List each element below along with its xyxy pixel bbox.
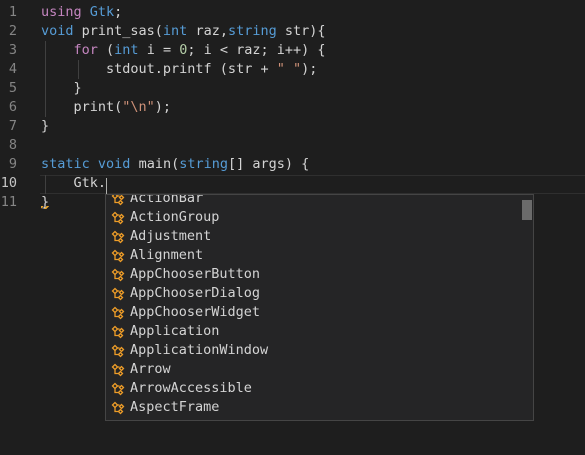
class-icon bbox=[111, 268, 125, 282]
suggestion-list: ActionBar ActionGroup Adjustment Alignment A… bbox=[106, 194, 533, 421]
code-text: print("\n"); bbox=[41, 99, 172, 115]
suggestion-label: AppChooserButton bbox=[130, 266, 261, 282]
class-icon bbox=[111, 211, 125, 225]
code-text: for (int i = 0; i < raz; i++) { bbox=[73, 42, 326, 58]
warning-squiggle bbox=[41, 206, 49, 209]
code-text: Gtk. bbox=[41, 175, 107, 191]
code-line[interactable]: 6 print("\n"); bbox=[0, 98, 585, 117]
suggest-scrollbar[interactable] bbox=[522, 200, 532, 220]
suggestion-label: ApplicationWindow bbox=[130, 342, 269, 358]
suggestion-item[interactable]: AppChooserWidget bbox=[106, 303, 533, 322]
suggestion-label: ActionGroup bbox=[130, 209, 220, 225]
suggestion-label: Arrow bbox=[130, 361, 171, 377]
code-text: using Gtk; bbox=[41, 4, 123, 20]
line-number: 6 bbox=[8, 99, 17, 115]
class-icon bbox=[111, 382, 125, 396]
class-icon bbox=[111, 344, 125, 358]
code-text: } bbox=[41, 80, 82, 96]
suggestion-item[interactable]: AspectFrame bbox=[106, 398, 533, 417]
class-icon bbox=[111, 325, 125, 339]
line-number: 4 bbox=[8, 61, 17, 77]
indent-guide bbox=[45, 41, 46, 117]
line-number: 10 bbox=[0, 175, 17, 191]
line-number: 7 bbox=[8, 118, 17, 134]
line-number: 9 bbox=[8, 156, 17, 172]
suggestion-item[interactable]: AppChooserButton bbox=[106, 265, 533, 284]
code-line[interactable]: 3 for (int i = 0; i < raz; i++) { bbox=[0, 41, 585, 60]
code-line[interactable]: 7} bbox=[0, 117, 585, 136]
line-number: 2 bbox=[8, 23, 17, 39]
code-text: void print_sas(int raz,string str){ bbox=[41, 23, 326, 39]
class-icon bbox=[111, 420, 125, 421]
code-text: } bbox=[41, 194, 50, 210]
suggestion-label: AspectFrame bbox=[130, 399, 220, 415]
suggestion-label: ArrowAccessible bbox=[130, 380, 252, 396]
line-number: 11 bbox=[0, 194, 17, 210]
suggestion-item[interactable]: Arrow bbox=[106, 360, 533, 379]
code-line[interactable]: 4 stdout.printf (str + " "); bbox=[0, 60, 585, 79]
suggestion-item[interactable]: Application bbox=[106, 322, 533, 341]
code-text: stdout.printf (str + " "); bbox=[41, 61, 318, 77]
code-text: static void main(string[] args) { bbox=[41, 156, 310, 172]
class-icon bbox=[111, 287, 125, 301]
suggestion-label: Adjustment bbox=[130, 228, 212, 244]
suggestion-label: Assistant bbox=[130, 417, 203, 420]
suggestion-item[interactable]: ArrowAccessible bbox=[106, 379, 533, 398]
code-line[interactable]: 1 using Gtk; bbox=[0, 3, 585, 22]
suggest-widget[interactable]: ActionBar ActionGroup Adjustment Alignment A… bbox=[105, 194, 534, 421]
line-number: 3 bbox=[8, 42, 17, 58]
suggestion-item[interactable]: ApplicationWindow bbox=[106, 341, 533, 360]
class-icon bbox=[111, 195, 125, 206]
line-number: 5 bbox=[8, 80, 17, 96]
text-cursor bbox=[106, 178, 107, 194]
suggestion-item[interactable]: ActionBar bbox=[106, 194, 533, 208]
indent-guide bbox=[45, 175, 46, 194]
suggestion-label: AppChooserDialog bbox=[130, 285, 261, 301]
code-text: } bbox=[41, 118, 50, 134]
suggestion-item[interactable]: ActionGroup bbox=[106, 208, 533, 227]
line-number: 1 bbox=[8, 4, 17, 20]
code-line[interactable]: 8 bbox=[0, 136, 585, 155]
line-number: 8 bbox=[8, 137, 17, 153]
suggestion-label: Application bbox=[130, 323, 220, 339]
suggestion-item[interactable]: AppChooserDialog bbox=[106, 284, 533, 303]
class-icon bbox=[111, 230, 125, 244]
class-icon bbox=[111, 306, 125, 320]
suggestion-item[interactable]: Assistant bbox=[106, 417, 533, 421]
suggestion-item[interactable]: Adjustment bbox=[106, 227, 533, 246]
code-line[interactable]: 2 void print_sas(int raz,string str){ bbox=[0, 22, 585, 41]
class-icon bbox=[111, 401, 125, 415]
code-line[interactable]: 5 } bbox=[0, 79, 585, 98]
class-icon bbox=[111, 363, 125, 377]
suggestion-label: AppChooserWidget bbox=[130, 304, 261, 320]
indent-guide bbox=[78, 60, 79, 79]
suggestion-item[interactable]: Alignment bbox=[106, 246, 533, 265]
class-icon bbox=[111, 249, 125, 263]
suggestion-label: Alignment bbox=[130, 247, 204, 263]
code-line[interactable]: 10 Gtk. bbox=[0, 174, 585, 193]
code-line[interactable]: 9 static void main(string[] args) { bbox=[0, 155, 585, 174]
suggestion-label: ActionBar bbox=[130, 194, 204, 206]
